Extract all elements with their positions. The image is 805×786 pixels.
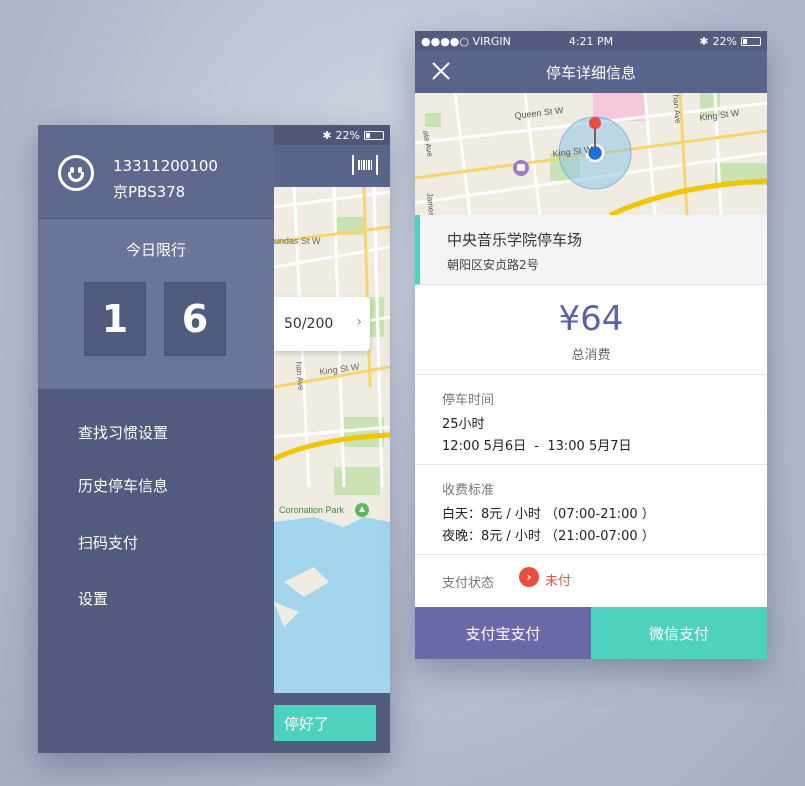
page-title: 停车详细信息 bbox=[545, 64, 636, 82]
side-drawer: 13311200100 京PBS378 今日限行 1 6 查找习惯设置 历史停车… bbox=[38, 125, 274, 753]
parking-lot-info: 中央音乐学院停车场 朝阳区安贞路2号 bbox=[415, 215, 767, 285]
barcode-scan-icon[interactable] bbox=[352, 155, 378, 175]
restriction-title: 今日限行 bbox=[125, 241, 186, 259]
section-title: 收费标准 bbox=[442, 483, 495, 498]
chevron-right-icon: › bbox=[356, 314, 362, 330]
battery-percent: 22% bbox=[335, 128, 360, 142]
nav-bar bbox=[274, 145, 390, 187]
menu-item-parking-history[interactable]: 历史停车信息 bbox=[78, 475, 168, 496]
bottom-bar: 停好了 bbox=[274, 693, 390, 753]
payment-status-label: 支付状态 bbox=[442, 576, 495, 591]
map[interactable]: undas St W King St W han Ave Coronation … bbox=[274, 187, 390, 693]
parking-time-range: 12:00 5月6日 - 13:00 5月7日 bbox=[442, 439, 632, 454]
location-pin-icon bbox=[589, 117, 601, 129]
map-park-label: Coronation Park bbox=[279, 505, 345, 515]
bluetooth-icon: ✱ bbox=[322, 128, 332, 142]
bluetooth-icon: ✱ bbox=[699, 35, 709, 48]
nav-bar: 停车详细信息 bbox=[415, 51, 767, 93]
smiley-avatar-icon bbox=[58, 155, 94, 191]
parking-count-card[interactable]: 50/200 › bbox=[274, 297, 370, 351]
fee-daytime: 白天：8元 / 小时 （07:00-21:00 ） bbox=[442, 507, 655, 522]
section-title: 停车时间 bbox=[442, 393, 495, 408]
menu-item-scan-pay[interactable]: 扫码支付 bbox=[78, 532, 138, 553]
profile-license-plate: 京PBS378 bbox=[113, 183, 186, 201]
background-map-screen: ✱ 22% undas St W King St W han Ave Coron… bbox=[274, 125, 390, 753]
menu-item-search-preferences[interactable]: 查找习惯设置 bbox=[78, 422, 168, 443]
parking-lot-name: 中央音乐学院停车场 bbox=[447, 231, 583, 249]
profile-header[interactable]: 13311200100 京PBS378 bbox=[38, 125, 274, 219]
status-bar: ●●●●○ VIRGIN 4:21 PM ✱ 22% bbox=[415, 31, 767, 51]
battery-percent: 22% bbox=[712, 35, 737, 48]
parking-time-section: 停车时间 25小时 12:00 5月6日 - 13:00 5月7日 bbox=[415, 375, 767, 465]
fee-standard-section: 收费标准 白天：8元 / 小时 （07:00-21:00 ） 夜晚：8元 / 小… bbox=[415, 465, 767, 555]
status-bar: ✱ 22% bbox=[274, 125, 390, 145]
transit-icon bbox=[517, 164, 525, 171]
payment-status: 支付状态 › 未付 bbox=[415, 555, 767, 605]
restriction-digit: 1 bbox=[84, 282, 146, 356]
fee-nighttime: 夜晚：8元 / 小时 （21:00-07:00 ） bbox=[442, 529, 655, 544]
restriction-digit: 6 bbox=[164, 282, 226, 356]
parking-duration: 25小时 bbox=[442, 417, 485, 432]
battery-icon bbox=[364, 130, 384, 140]
right-phone-screen: ●●●●○ VIRGIN 4:21 PM ✱ 22% 停车详细信息 Queen … bbox=[415, 31, 767, 659]
map-street-label: Jameson bbox=[425, 192, 437, 215]
total-cost: ¥64 总消费 bbox=[415, 285, 767, 375]
parking-lot-address: 朝阳区安贞路2号 bbox=[447, 258, 539, 272]
payment-status-value: 未付 bbox=[545, 574, 572, 589]
battery-icon bbox=[741, 37, 761, 46]
map-street-label: undas St W bbox=[274, 236, 321, 246]
parked-button[interactable]: 停好了 bbox=[274, 705, 376, 741]
wechat-pay-button[interactable]: 微信支付 bbox=[591, 607, 767, 659]
traffic-restriction-panel: 今日限行 1 6 bbox=[38, 219, 274, 389]
left-phone-screen: ✱ 22% undas St W King St W han Ave Coron… bbox=[38, 125, 390, 753]
parking-count: 50/200 bbox=[284, 316, 334, 332]
profile-phone-number: 13311200100 bbox=[113, 157, 218, 175]
chevron-right-icon: › bbox=[519, 567, 539, 587]
payment-buttons: 支付宝支付 微信支付 bbox=[415, 607, 767, 659]
menu-item-settings[interactable]: 设置 bbox=[78, 588, 108, 609]
cost-amount: ¥64 bbox=[558, 299, 624, 339]
location-map[interactable]: Queen St W King St W King St W han Ave J… bbox=[415, 93, 767, 215]
cost-label: 总消费 bbox=[571, 348, 611, 363]
alipay-button[interactable]: 支付宝支付 bbox=[415, 607, 591, 659]
